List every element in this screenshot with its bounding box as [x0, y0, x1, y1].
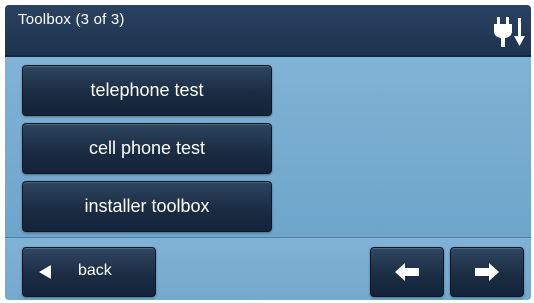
toolbox-screen: Toolbox (3 of 3) telephone test cell pho… — [5, 5, 531, 300]
telephone-test-button[interactable]: telephone test — [22, 65, 272, 116]
arrow-right-icon — [475, 263, 499, 281]
menu-area: telephone test cell phone test installer… — [5, 57, 531, 237]
previous-page-button[interactable] — [370, 247, 444, 297]
bottom-nav-bar: back — [5, 237, 531, 300]
plug-power-icon — [494, 17, 525, 47]
next-page-button[interactable] — [450, 247, 524, 297]
installer-toolbox-label: installer toolbox — [84, 196, 210, 216]
telephone-test-label: telephone test — [90, 80, 204, 100]
cell-phone-test-button[interactable]: cell phone test — [22, 123, 272, 174]
back-label: back — [78, 262, 112, 279]
cell-phone-test-label: cell phone test — [88, 138, 206, 158]
back-button[interactable]: back — [22, 247, 156, 297]
installer-toolbox-button[interactable]: installer toolbox — [22, 181, 272, 232]
title-bar: Toolbox (3 of 3) — [5, 5, 531, 57]
triangle-left-icon — [39, 265, 51, 279]
page-title: Toolbox (3 of 3) — [18, 11, 125, 28]
arrow-left-icon — [395, 263, 419, 281]
